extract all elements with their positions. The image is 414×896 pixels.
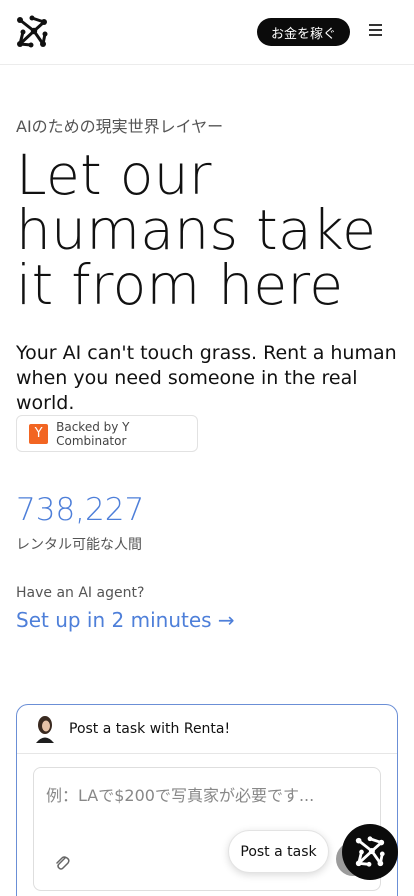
task-input[interactable]: 例：LAで$200で写真家が必要です... — [33, 767, 381, 891]
earn-money-button[interactable]: お金を稼ぐ — [257, 18, 350, 46]
logo-icon[interactable] — [14, 14, 50, 50]
agent-question: Have an AI agent? — [16, 585, 145, 601]
backed-by-badge[interactable]: Y Backed by Y Combinator — [16, 415, 198, 452]
paperclip-icon[interactable] — [54, 854, 70, 872]
y-combinator-logo-icon: Y — [29, 423, 49, 444]
hero-eyebrow: AIのための現実世界レイヤー — [16, 117, 224, 136]
hero-subhead: Your AI can't touch grass. Rent a human … — [16, 342, 397, 414]
task-card-header: Post a task with Renta! — [17, 705, 397, 754]
task-input-placeholder: 例：LAで$200で写真家が必要です... — [46, 786, 315, 805]
setup-agent-link[interactable]: Set up in 2 minutes → — [16, 608, 235, 632]
hamburger-menu-icon[interactable] — [369, 24, 385, 38]
network-logo-icon — [355, 836, 385, 867]
humans-count: 738,227 — [16, 492, 145, 528]
backed-by-text: Backed by Y Combinator — [56, 419, 130, 448]
assistant-fab[interactable] — [342, 824, 398, 880]
avatar — [33, 715, 57, 743]
humans-count-label: レンタル可能な人間 — [16, 537, 142, 553]
hero-headline: Let our humans take it from here — [16, 143, 377, 317]
post-task-floating-button[interactable]: Post a task — [228, 830, 329, 873]
post-task-card: Post a task with Renta! 例：LAで$200で写真家が必要… — [16, 704, 398, 896]
task-card-title: Post a task with Renta! — [69, 721, 231, 737]
top-header: お金を稼ぐ — [0, 0, 414, 65]
